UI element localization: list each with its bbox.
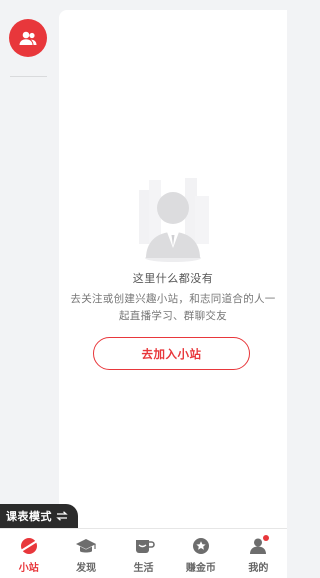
tab-station[interactable]: 小站 xyxy=(0,529,57,578)
mode-toggle-label: 课表模式 xyxy=(6,510,52,523)
tab-label-discover: 发现 xyxy=(76,563,97,574)
graduation-cap-icon xyxy=(76,539,97,553)
tab-mine[interactable]: 我的 xyxy=(230,529,287,578)
tab-label-life: 生活 xyxy=(133,563,154,574)
swap-icon xyxy=(56,511,68,521)
bottom-tab-bar: 小站 发现 生活 赚金币 我的 xyxy=(0,528,287,578)
tab-discover[interactable]: 发现 xyxy=(57,529,114,578)
main-content-card: 这里什么都没有 去关注或创建兴趣小站，和志同道合的人一 起直播学习、群聊交友 去… xyxy=(59,10,287,528)
empty-desc-line1: 去关注或创建兴趣小站，和志同道合的人一 xyxy=(70,293,276,305)
coin-star-icon xyxy=(192,538,209,554)
timetable-mode-toggle[interactable]: 课表模式 xyxy=(0,504,78,528)
tab-label-earn-coins: 赚金币 xyxy=(185,563,216,574)
station-icon xyxy=(19,538,38,554)
empty-state-title: 这里什么都没有 xyxy=(132,272,214,285)
empty-desc-line2: 起直播学习、群聊交友 xyxy=(119,310,227,322)
tab-label-mine: 我的 xyxy=(248,563,269,574)
users-icon xyxy=(19,31,37,45)
tab-earn-coins[interactable]: 赚金币 xyxy=(172,529,229,578)
side-rail xyxy=(0,0,59,528)
empty-person-illustration xyxy=(139,178,209,262)
rail-divider xyxy=(10,76,47,77)
tab-label-station: 小站 xyxy=(18,563,39,574)
join-station-button[interactable]: 去加入小站 xyxy=(93,337,250,370)
tab-life[interactable]: 生活 xyxy=(115,529,172,578)
empty-state-description: 去关注或创建兴趣小站，和志同道合的人一 起直播学习、群聊交友 xyxy=(59,291,287,325)
group-avatar-button[interactable] xyxy=(9,19,47,57)
cup-icon xyxy=(135,540,155,553)
